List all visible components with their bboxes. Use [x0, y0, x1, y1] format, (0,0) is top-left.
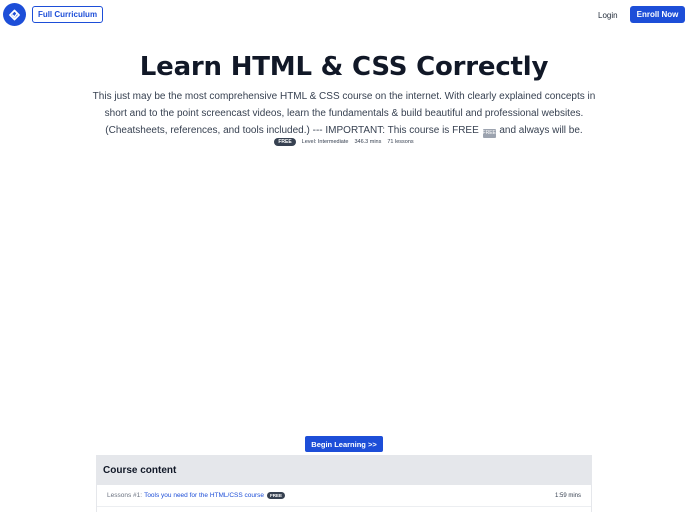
description-text-end: and always will be.: [499, 125, 583, 136]
lesson-number: Lessons #1:: [107, 492, 143, 499]
lesson-title-link[interactable]: Tools you need for the HTML/CSS course: [144, 492, 264, 499]
lesson-duration: 1:59 mins: [554, 492, 581, 499]
free-badge: FREE: [274, 138, 296, 146]
logo-icon[interactable]: [3, 3, 26, 26]
course-content-title: Course content: [97, 456, 591, 485]
lesson-row[interactable]: Lessons #1: Tools you need for the HTML/…: [97, 485, 591, 507]
page-title: Learn HTML & CSS Correctly: [139, 52, 549, 82]
lesson-free-badge: FREE: [267, 492, 286, 499]
course-level: Level: Intermediate: [301, 139, 349, 145]
enroll-now-button[interactable]: Enroll Now: [630, 6, 685, 23]
course-meta: FREE Level: Intermediate 346.3 mins 71 l…: [0, 138, 688, 146]
course-duration: 346.3 mins: [354, 139, 382, 145]
video-area: [96, 156, 592, 426]
course-content-panel: Course content Lessons #1: Tools you nee…: [96, 455, 592, 512]
page: Full Curriculum Login Enroll Now Learn H…: [0, 0, 688, 512]
full-curriculum-button[interactable]: Full Curriculum: [32, 6, 103, 23]
lesson-count: 71 lessons: [387, 139, 414, 145]
course-description: This just may be the most comprehensive …: [92, 88, 596, 139]
begin-learning-button[interactable]: Begin Learning >>: [305, 436, 383, 452]
free-emoji-icon: FREE: [482, 129, 496, 138]
login-link[interactable]: Login: [598, 8, 618, 22]
